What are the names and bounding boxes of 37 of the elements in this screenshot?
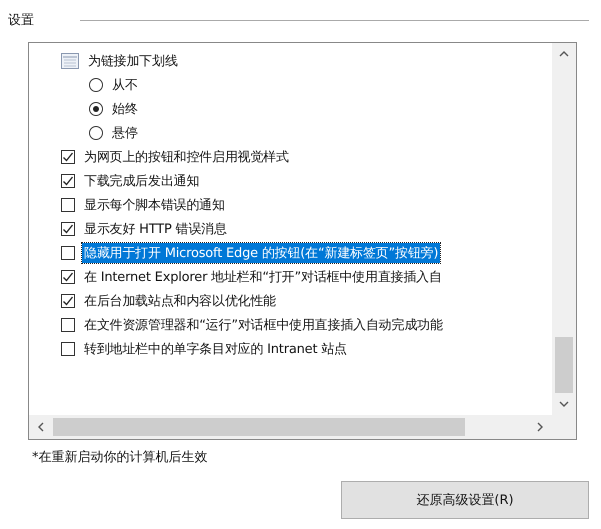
option-label[interactable]: 从不 — [110, 75, 140, 95]
option-label[interactable]: 在 Internet Explorer 地址栏和“打开”对话框中使用直接插入自 — [82, 267, 444, 287]
option-label[interactable]: 转到地址栏中的单字条目对应的 Intranet 站点 — [82, 339, 349, 359]
radio-button[interactable] — [89, 78, 103, 92]
checkbox[interactable] — [61, 294, 75, 308]
group-label: 为链接加下划线 — [87, 53, 179, 71]
option-label[interactable]: 悬停 — [110, 123, 140, 143]
option-label[interactable]: 始终 — [110, 99, 140, 119]
scroll-up-icon[interactable] — [559, 51, 569, 57]
reset-button[interactable]: 还原高级设置(R) — [341, 481, 589, 519]
scroll-right-icon[interactable] — [537, 422, 543, 432]
scroll-left-icon[interactable] — [38, 422, 44, 432]
checkbox[interactable] — [61, 150, 75, 164]
option-label[interactable]: 下载完成后发出通知 — [82, 171, 202, 191]
checkbox[interactable] — [61, 318, 75, 332]
option-label[interactable]: 在文件资源管理器和“运行”对话框中使用直接插入自动完成功能 — [82, 315, 445, 335]
option-label[interactable]: 在后台加载站点和内容以优化性能 — [82, 291, 278, 311]
restart-note: *在重新启动你的计算机后生效 — [32, 449, 208, 466]
radio-button[interactable] — [89, 126, 103, 140]
checkbox[interactable] — [61, 174, 75, 188]
scrollbar-thumb[interactable] — [555, 337, 573, 393]
checkbox[interactable] — [61, 342, 75, 356]
settings-group-icon — [61, 53, 79, 69]
option-label[interactable]: 为网页上的按钮和控件启用视觉样式 — [82, 147, 291, 167]
vertical-scrollbar[interactable] — [552, 43, 576, 415]
checkbox[interactable] — [61, 246, 75, 260]
radio-button[interactable] — [89, 102, 103, 116]
horizontal-scrollbar[interactable] — [29, 415, 576, 439]
option-label[interactable]: 显示每个脚本错误的通知 — [82, 195, 227, 215]
scrollbar-thumb[interactable] — [53, 418, 465, 436]
checkbox[interactable] — [61, 270, 75, 284]
checkbox[interactable] — [61, 222, 75, 236]
option-label[interactable]: 显示友好 HTTP 错误消息 — [82, 219, 229, 239]
option-label[interactable]: 隐藏用于打开 Microsoft Edge 的按钮(在“新建标签页”按钮旁) — [82, 243, 440, 263]
scroll-down-icon[interactable] — [559, 401, 569, 407]
checkbox[interactable] — [61, 198, 75, 212]
section-title: 设置 — [8, 12, 34, 29]
